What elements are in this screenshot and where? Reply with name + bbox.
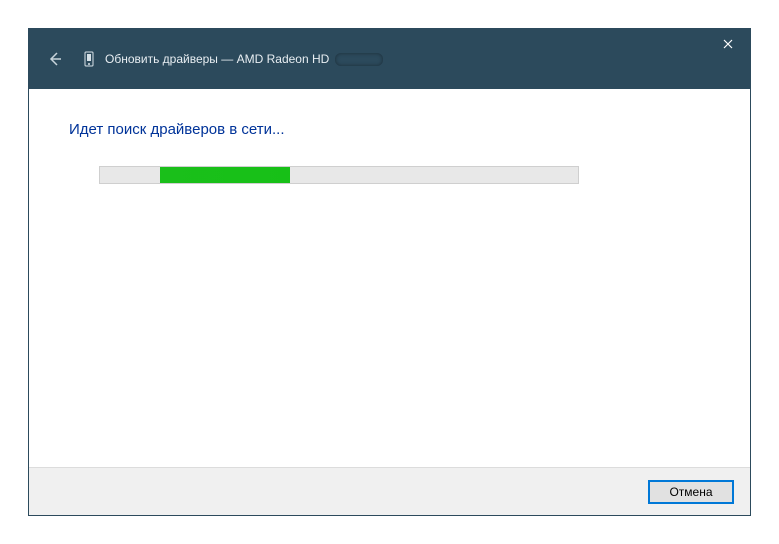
dialog-footer: Отмена bbox=[29, 467, 750, 515]
content-area: Идет поиск драйверов в сети... bbox=[29, 89, 750, 467]
arrow-left-icon bbox=[47, 51, 63, 67]
status-text: Идет поиск драйверов в сети... bbox=[69, 121, 710, 138]
dialog-window: Обновить драйверы — AMD Radeon HD Идет п… bbox=[28, 28, 751, 516]
close-icon bbox=[723, 39, 733, 49]
close-button[interactable] bbox=[705, 29, 750, 59]
back-button[interactable] bbox=[39, 43, 71, 75]
window-title-redacted bbox=[335, 53, 383, 66]
cancel-button[interactable]: Отмена bbox=[648, 480, 734, 504]
window-title-text: Обновить драйверы — AMD Radeon HD bbox=[105, 52, 329, 66]
progress-chunk bbox=[160, 167, 290, 183]
window-title: Обновить драйверы — AMD Radeon HD bbox=[105, 52, 383, 66]
titlebar: Обновить драйверы — AMD Radeon HD bbox=[29, 29, 750, 89]
device-icon bbox=[81, 51, 97, 67]
progress-bar bbox=[99, 166, 579, 184]
